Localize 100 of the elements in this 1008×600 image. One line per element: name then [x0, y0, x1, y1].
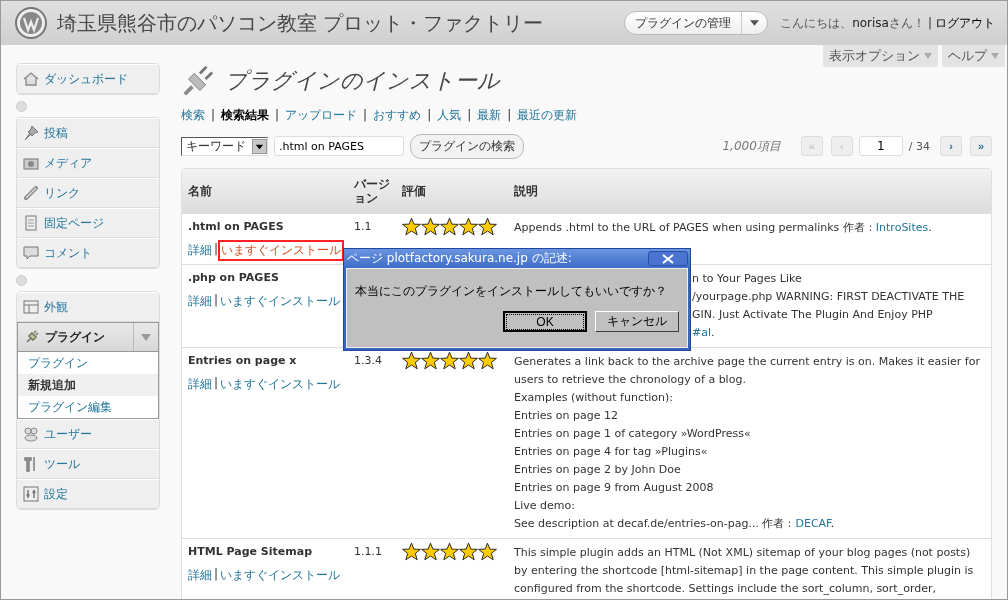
- submenu-item[interactable]: プラグイン: [18, 352, 158, 374]
- menu-item[interactable]: メディア: [17, 148, 159, 178]
- search-plugins-button[interactable]: プラグインの検索: [410, 133, 524, 159]
- menu-item[interactable]: ユーザー: [17, 419, 159, 449]
- install-now-link[interactable]: いますぐインストール: [218, 240, 345, 261]
- star-icon: [440, 217, 459, 236]
- collapse-toggle[interactable]: [16, 274, 27, 286]
- details-link[interactable]: 詳細: [188, 293, 212, 310]
- caret-icon: [924, 53, 932, 59]
- filter-link[interactable]: アップロード: [285, 106, 358, 124]
- separator-text: |: [275, 108, 280, 122]
- column-header: 評価: [402, 183, 426, 198]
- star-icon: [459, 217, 478, 236]
- filter-link[interactable]: 人気: [437, 106, 462, 124]
- dialog-message: 本当にこのプラグインをインストールしてもいいですか？: [355, 283, 667, 299]
- user-link[interactable]: norisa: [852, 16, 889, 30]
- layout-icon: [23, 299, 39, 315]
- page-icon: [23, 215, 39, 231]
- collapse-toggle[interactable]: [16, 100, 27, 112]
- submenu-item[interactable]: 新規追加: [18, 374, 158, 396]
- filter-link[interactable]: おすすめ: [373, 106, 422, 124]
- pin-icon: [23, 125, 39, 141]
- search-type-dropdown[interactable]: キーワード: [181, 136, 268, 156]
- star-icon: [402, 542, 421, 561]
- wordpress-logo-icon[interactable]: [15, 7, 47, 39]
- install-now-link[interactable]: いますぐインストール: [220, 293, 341, 310]
- description-text: Appends .html to the URL of PAGES when using permalinks 作者：IntroSites.: [514, 220, 933, 236]
- submenu-item[interactable]: プラグイン編集: [18, 396, 158, 418]
- dropdown-arrow-icon: [252, 138, 267, 154]
- pagination-button[interactable]: ›: [940, 136, 962, 156]
- item-count: 1,000項目: [722, 137, 781, 155]
- favorite-action-link[interactable]: プラグインの管理: [625, 12, 743, 34]
- author-link[interactable]: DECAF: [795, 517, 831, 530]
- plugin-name: HTML Page Sitemap: [188, 545, 314, 560]
- separator-text: |: [507, 108, 512, 122]
- details-link[interactable]: 詳細: [188, 376, 212, 393]
- close-icon: [662, 253, 674, 264]
- site-title[interactable]: 埼玉県熊谷市のパソコン教室 プロット・ファクトリー: [57, 9, 625, 37]
- sliders-icon: [23, 486, 39, 502]
- house-icon: [23, 71, 39, 87]
- description-text: Entries on page 12: [514, 408, 619, 424]
- star-icon: [459, 542, 478, 561]
- screen-meta-tab[interactable]: ヘルプ: [942, 45, 1005, 67]
- greeting-text: こんにちは、: [780, 14, 853, 32]
- caret-icon[interactable]: [750, 20, 760, 26]
- description-text: Entries on page 2 by John Doe: [514, 462, 682, 478]
- logout-link[interactable]: ログアウト: [935, 14, 995, 32]
- plug-icon: [181, 64, 215, 98]
- dialog-button[interactable]: キャンセル: [595, 311, 679, 332]
- people-icon: [23, 426, 39, 442]
- separator-text: |: [214, 293, 219, 309]
- menu-item[interactable]: コメント: [17, 238, 159, 268]
- author-link[interactable]: #al: [692, 326, 711, 339]
- version-text: 1.3.4: [354, 354, 382, 367]
- details-link[interactable]: 詳細: [188, 242, 212, 259]
- menu-item[interactable]: リンク: [17, 178, 159, 208]
- description-text: Entries on page 1 of category »WordPress«: [514, 426, 752, 442]
- filter-link[interactable]: 検索: [181, 106, 205, 124]
- description-text: This simple plugin adds an HTML (Not XML) sitemap of your blog pages (not posts) by entering the shortcode [html-sitemap] in the page content. This simple plugin is configured from the shortcode. Settings include the sort_column, sort_order,: [514, 545, 975, 597]
- plugin-name: .html on PAGES: [188, 220, 285, 235]
- greeting-text: さん！: [888, 14, 925, 32]
- menu-item[interactable]: 投稿: [17, 118, 159, 148]
- column-header: 名前: [188, 183, 212, 198]
- pagination-button[interactable]: »: [970, 136, 992, 156]
- separator-text: |: [467, 108, 472, 122]
- description-text: Live demo:: [514, 498, 576, 514]
- separator-text: |: [214, 242, 219, 258]
- description-text: Entries on page 4 for tag »Plugins«: [514, 444, 709, 460]
- search-field[interactable]: .html on PAGES: [274, 136, 404, 156]
- description-text: Generates a link back to the archive page the current entry is on. Makes it easier for users to retrieve the chronology of a blog.: [514, 354, 981, 388]
- star-icon: [459, 351, 478, 370]
- page-number-field[interactable]: 1: [858, 136, 903, 156]
- star-icon: [478, 217, 497, 236]
- install-now-link[interactable]: いますぐインストール: [220, 567, 341, 584]
- camera-icon: [23, 155, 39, 171]
- install-now-link[interactable]: いますぐインストール: [220, 376, 341, 393]
- menu-item[interactable]: 固定ページ: [17, 208, 159, 238]
- star-icon: [421, 542, 440, 561]
- dialog-button[interactable]: OK: [503, 311, 587, 332]
- description-text: n to Your Pages Like: [692, 271, 803, 287]
- details-link[interactable]: 詳細: [188, 567, 212, 584]
- star-icon: [478, 351, 497, 370]
- plug-icon: [24, 329, 40, 345]
- star-icon: [421, 351, 440, 370]
- menu-item[interactable]: プラグイン: [17, 322, 159, 352]
- close-button[interactable]: [648, 251, 688, 266]
- filter-link[interactable]: 検索結果: [221, 106, 270, 124]
- page-title: プラグインのインストール: [225, 67, 500, 95]
- filter-link[interactable]: 最新: [477, 106, 502, 124]
- separator-text: |: [211, 108, 216, 122]
- filter-link[interactable]: 最近の更新: [517, 106, 578, 124]
- favorite-actions-dropdown[interactable]: プラグインの管理: [624, 11, 769, 35]
- menu-item[interactable]: ダッシュボード: [17, 64, 159, 94]
- menu-item[interactable]: 設定: [17, 479, 159, 509]
- star-icon: [478, 542, 497, 561]
- star-icon: [402, 351, 421, 370]
- menu-item[interactable]: ツール: [17, 449, 159, 479]
- description-text: See description at decaf.de/entries-on-pag... 作者：DECAF.: [514, 516, 836, 532]
- version-text: 1.1.1: [354, 545, 382, 558]
- screen-meta-tab[interactable]: 表示オプション: [823, 45, 938, 67]
